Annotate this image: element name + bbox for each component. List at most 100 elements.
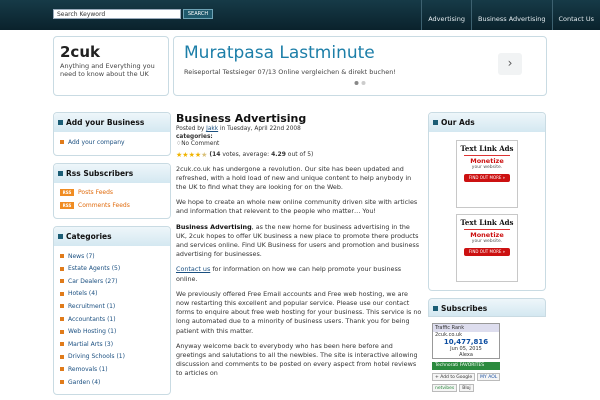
category-label: Martial Arts (3) — [68, 340, 114, 348]
rss-icon: RSS — [60, 201, 74, 209]
category-item[interactable]: Recruitment (1) — [60, 300, 164, 313]
site-tagline: Anything and Everything you need to know… — [60, 62, 155, 78]
add-company-link[interactable]: Add your company — [60, 136, 164, 149]
post-paragraph: We previously offered Free Email account… — [176, 289, 422, 335]
nav-business-advertising[interactable]: Business Advertising — [471, 0, 552, 30]
author-link[interactable]: Jakk — [206, 126, 218, 132]
posted-by-label: Posted by — [176, 126, 205, 132]
rating-votes: (14 — [209, 150, 221, 158]
ad-pager-dot[interactable] — [354, 81, 359, 85]
tla-monetize: Monetize — [470, 231, 504, 239]
my-aol-button[interactable]: MY AOL — [477, 373, 501, 381]
subscribe-badges-row: + Add to Google MY AOL — [432, 373, 546, 381]
category-label: Accountants (1) — [68, 315, 116, 323]
rss-icon: RSS — [60, 189, 74, 197]
ad-title[interactable]: Muratpasa Lastminute — [184, 43, 375, 63]
site-title[interactable]: 2cuk — [60, 43, 162, 61]
category-label: Recruitment (1) — [68, 302, 116, 310]
bullet-icon — [60, 254, 64, 259]
rss-widget: Rss Subscribers RSS Posts Feeds RSS Comm… — [53, 162, 171, 219]
post-title[interactable]: Business Advertising — [176, 112, 422, 126]
bullet-icon — [60, 140, 64, 145]
bold-text: Business Advertising — [176, 222, 252, 231]
category-label: Web Hosting (1) — [68, 328, 117, 336]
main-content: Business Advertising Posted by Jakk in T… — [176, 112, 422, 379]
post-paragraph: Business Advertising, as the new home fo… — [176, 223, 422, 260]
post-categories: categories: — [176, 133, 213, 140]
category-item[interactable]: Accountants (1) — [60, 313, 164, 326]
tla-monetize: Monetize — [470, 157, 504, 165]
ad-pager-dot[interactable] — [361, 81, 366, 85]
star-icon[interactable]: ★ — [201, 151, 207, 159]
link-label: Add your company — [68, 138, 125, 146]
rating-text: out of 5) — [287, 150, 314, 158]
category-item[interactable]: Estate Agents (5) — [60, 262, 164, 275]
tla-button[interactable]: FIND OUT MORE » — [464, 248, 510, 256]
widget-heading: Subscribes — [428, 298, 546, 317]
category-item[interactable]: Car Dealers (27) — [60, 275, 164, 288]
contact-us-link[interactable]: Contact us — [176, 265, 210, 273]
category-item[interactable]: Hotels (4) — [60, 288, 164, 301]
technorati-badge[interactable]: Technorati FAVORITES — [432, 362, 500, 370]
rating-text: votes, average: — [222, 150, 270, 158]
link-label: Posts Feeds — [78, 189, 114, 197]
alexa-label: Traffic Rank — [433, 324, 499, 332]
category-label: Garden (4) — [68, 378, 101, 386]
add-to-google-button[interactable]: + Add to Google — [432, 373, 476, 381]
bullet-icon — [60, 354, 64, 359]
widget-heading: Categories — [54, 226, 170, 246]
alexa-badge[interactable]: Traffic Rank 2cuk.co.uk 10,477,816 Jun 0… — [432, 323, 500, 359]
netvibes-button[interactable]: netvibes — [432, 384, 458, 392]
bullet-icon — [60, 291, 64, 296]
alexa-logo: Alexa — [459, 352, 473, 358]
alexa-rank: 10,477,816 — [443, 338, 489, 346]
categories-widget: Categories News (7) Estate Agents (5) Ca… — [53, 225, 171, 396]
tla-button[interactable]: FIND OUT MORE » — [464, 174, 510, 182]
category-label: News (7) — [68, 252, 95, 260]
category-label: Removals (1) — [68, 365, 108, 373]
nav-contact-us[interactable]: Contact Us — [551, 0, 600, 30]
tla-sub: your website. — [471, 165, 503, 170]
tla-title: Text Link Ads — [460, 144, 514, 153]
add-business-widget: Add your Business Add your company — [53, 112, 171, 156]
top-bar: Search Keyword SEARCH Advertising Busine… — [0, 0, 600, 30]
widget-heading: Our Ads — [429, 113, 545, 132]
rating-average: 4.29 — [271, 150, 286, 158]
text-link-ads-banner[interactable]: Text Link Ads Monetize your website. FIN… — [456, 140, 518, 208]
widget-heading: Rss Subscribers — [54, 163, 170, 183]
post-paragraph: Contact us for information on how we can… — [176, 265, 422, 283]
nav-advertising[interactable]: Advertising — [421, 0, 471, 30]
comments-feed-link[interactable]: RSS Comments Feeds — [60, 199, 164, 212]
bullet-icon — [60, 329, 64, 334]
bullet-icon — [60, 279, 64, 284]
our-ads-widget: Our Ads Text Link Ads Monetize your webs… — [428, 112, 546, 291]
category-item[interactable]: Driving Schools (1) — [60, 351, 164, 364]
rating[interactable]: ★ ★ ★ ★ ★ (14 votes, average: 4.29 out o… — [176, 151, 422, 159]
bullet-icon — [60, 367, 64, 372]
link-label: Comments Feeds — [78, 201, 130, 209]
post-paragraph: We hope to create an whole new online co… — [176, 198, 418, 216]
category-item[interactable]: Martial Arts (3) — [60, 338, 164, 351]
posts-feed-link[interactable]: RSS Posts Feeds — [60, 187, 164, 200]
comments-label: No Comment — [181, 141, 220, 147]
text-link-ads-banner[interactable]: Text Link Ads Monetize your website. FIN… — [456, 214, 518, 282]
category-item[interactable]: Web Hosting (1) — [60, 325, 164, 338]
search-button[interactable]: SEARCH — [183, 9, 213, 19]
post-date: in Tuesday, April 22nd 2008 — [220, 126, 301, 132]
ad-arrow-icon[interactable]: › — [498, 53, 522, 75]
bloglines-button[interactable]: Bloj — [459, 384, 474, 392]
logo[interactable]: 2cuk Anything and Everything you need to… — [53, 36, 169, 96]
category-item[interactable]: News (7) — [60, 250, 164, 263]
comments-link[interactable]: ♢No Comment — [176, 141, 422, 149]
ad-text: Reiseportal Testsieger 07/13 Online verg… — [184, 68, 396, 76]
bullet-icon — [60, 317, 64, 322]
category-item[interactable]: Garden (4) — [60, 376, 164, 389]
search-input[interactable]: Search Keyword — [53, 9, 181, 19]
category-item[interactable]: Removals (1) — [60, 363, 164, 376]
tla-sub: your website. — [471, 239, 503, 244]
ad-pager — [354, 81, 366, 85]
category-label: Driving Schools (1) — [68, 353, 125, 361]
banner-ad[interactable]: Muratpasa Lastminute Reiseportal Testsie… — [173, 36, 547, 96]
tla-title: Text Link Ads — [460, 218, 514, 227]
divider — [464, 229, 510, 230]
